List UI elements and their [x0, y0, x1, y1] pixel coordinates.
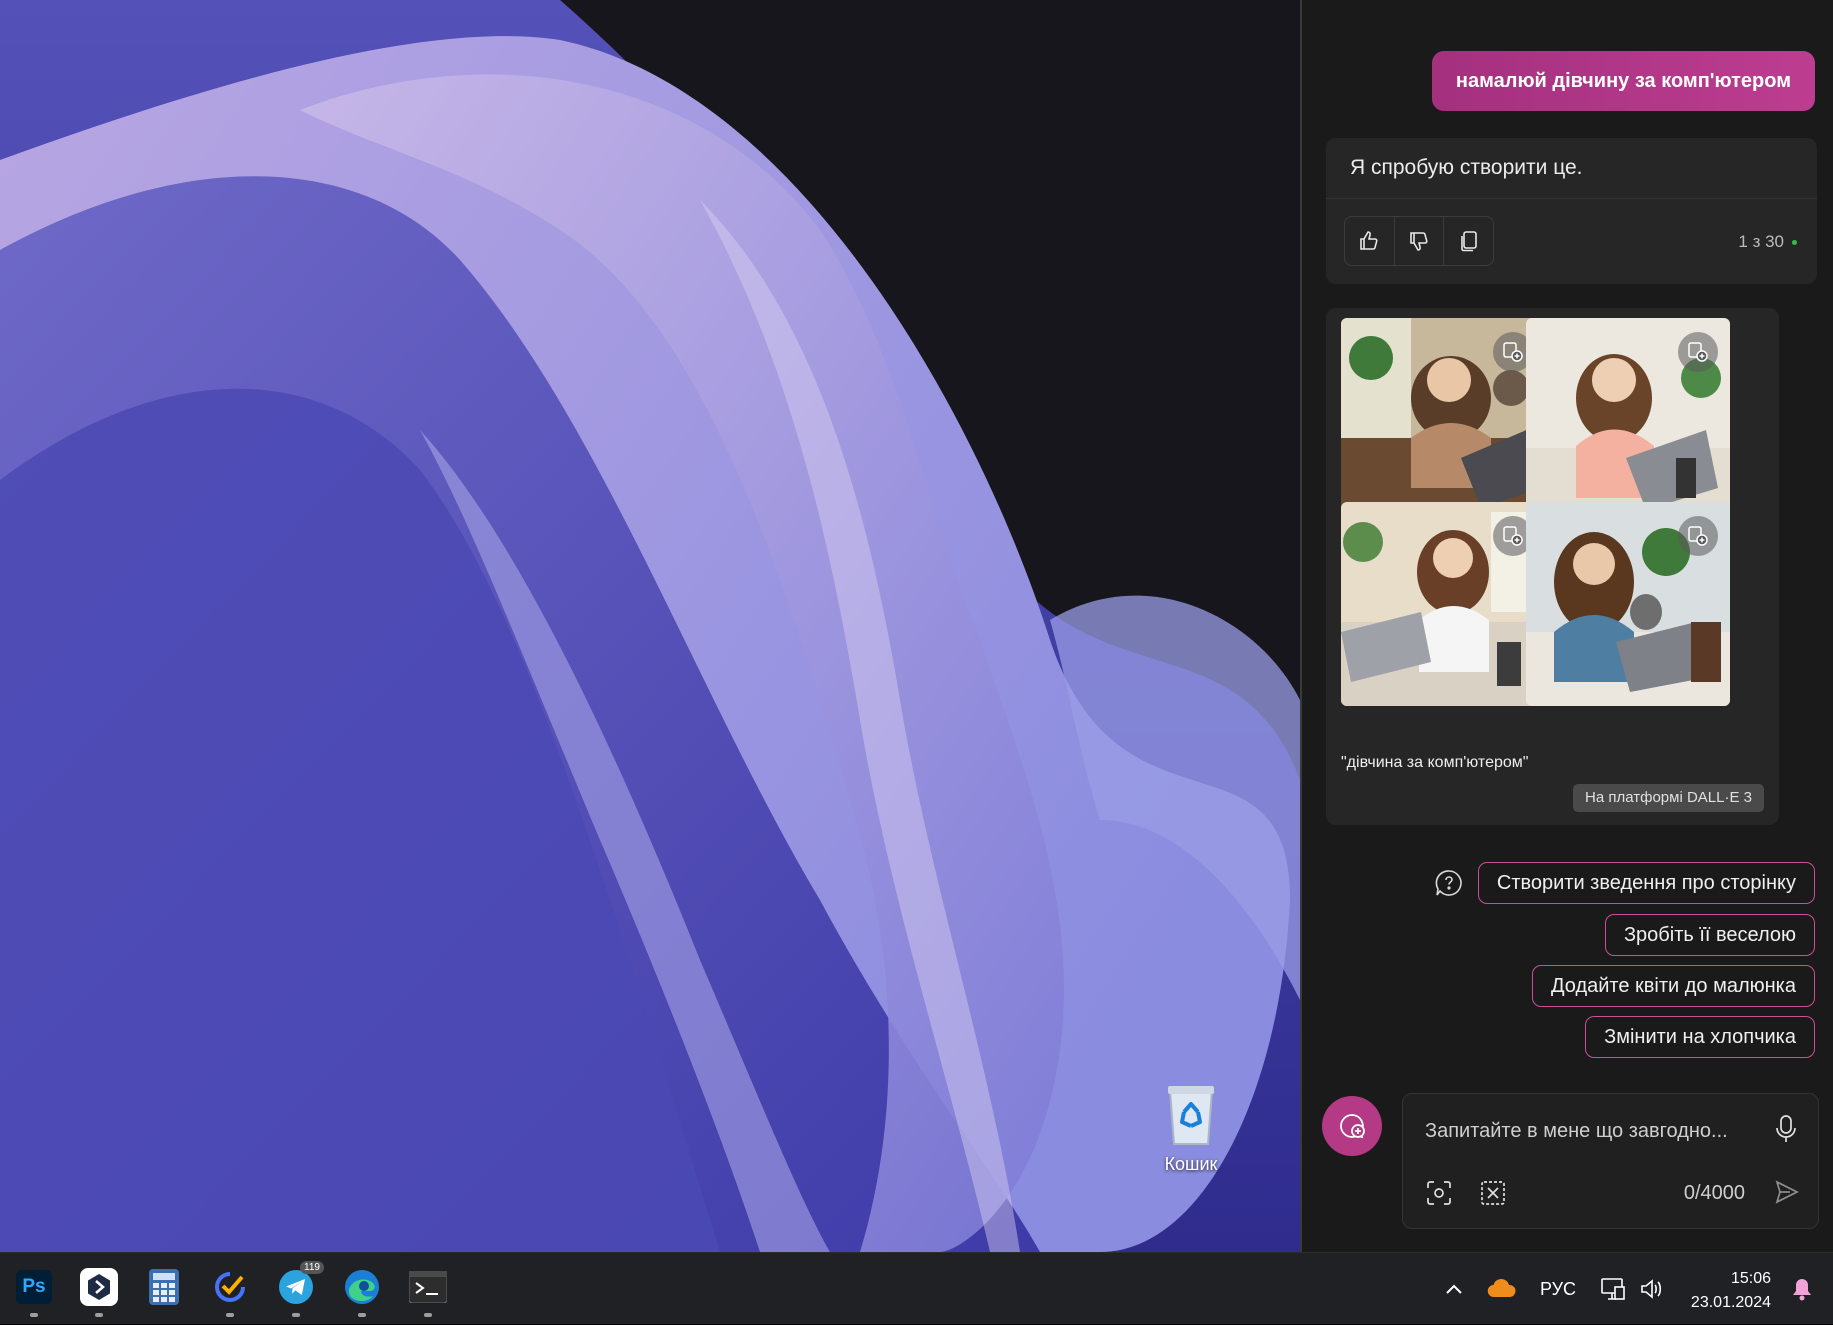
chevron-up-icon [1446, 1284, 1462, 1294]
suggestion-make-funny[interactable]: Зробіть її веселою [1604, 914, 1815, 956]
generated-image-1[interactable] [1341, 318, 1545, 522]
taskbar-app-ticktick[interactable] [208, 1265, 252, 1317]
screenshot-crop-icon [1481, 1181, 1505, 1205]
suggestion-row-1: Створити зведення про сторінку [1434, 862, 1815, 904]
new-topic-button[interactable] [1322, 1096, 1382, 1156]
image-prompt-caption: "дівчина за комп'ютером" [1341, 754, 1529, 771]
generated-image-2[interactable] [1526, 318, 1730, 522]
cloud-icon [1487, 1279, 1516, 1298]
running-indicator [30, 1313, 38, 1317]
clock[interactable]: 15:06 23.01.2024 [1691, 1267, 1771, 1315]
copy-icon [1460, 231, 1477, 252]
calculator-icon [149, 1269, 179, 1305]
recycle-bin-label: Кошик [1164, 1154, 1218, 1174]
language-indicator[interactable]: РУС [1532, 1253, 1584, 1325]
copy-button[interactable] [1444, 217, 1493, 265]
reply-divider [1326, 198, 1817, 199]
taskbar-app-telegram[interactable]: 119 [274, 1261, 324, 1317]
suggestion-row-3: Додайте квіти до малюнка [1532, 965, 1815, 1007]
suggestion-row-4: Змінити на хлопчика [1585, 1016, 1815, 1058]
running-indicator [95, 1313, 103, 1317]
microphone-button[interactable] [1774, 1114, 1798, 1149]
app-launcher-icon [80, 1268, 118, 1306]
taskbar-app-terminal[interactable] [406, 1265, 450, 1317]
desktop-wallpaper [0, 0, 1300, 1252]
generated-image-3[interactable] [1341, 502, 1545, 706]
thumbs-up-icon [1360, 231, 1378, 250]
add-to-collection-button[interactable] [1678, 516, 1718, 556]
recycle-bin-icon [1164, 1082, 1218, 1148]
status-dot [1792, 240, 1797, 246]
response-counter: 1 з 30 [1738, 232, 1797, 252]
chat-input[interactable] [1425, 1120, 1745, 1143]
add-collection-icon [1688, 342, 1708, 362]
edge-icon [345, 1270, 379, 1304]
onedrive-tray-button[interactable] [1482, 1253, 1522, 1325]
volume-tray-button[interactable] [1634, 1253, 1668, 1325]
clock-time: 15:06 [1730, 1270, 1771, 1287]
ticktick-icon [215, 1272, 245, 1302]
image-scan-icon [1427, 1181, 1451, 1205]
network-icon [1601, 1278, 1625, 1300]
suggestion-add-flowers[interactable]: Додайте квіти до малюнка [1532, 965, 1815, 1007]
bell-icon [1793, 1279, 1811, 1301]
copilot-panel: намалюй дівчину за комп'ютером Я спробую… [1300, 0, 1833, 1252]
show-hidden-icons-button[interactable] [1434, 1253, 1474, 1325]
assistant-reply-text: Я спробую створити це. [1350, 156, 1583, 179]
taskbar-app-launcher[interactable] [77, 1265, 121, 1317]
add-to-collection-button[interactable] [1678, 332, 1718, 372]
running-indicator [292, 1313, 300, 1317]
add-collection-icon [1688, 526, 1708, 546]
clock-date: 23.01.2024 [1690, 1294, 1771, 1311]
chat-composer: 0/4000 [1402, 1093, 1819, 1229]
notifications-button[interactable] [1784, 1253, 1820, 1325]
desktop: Кошик намалюй дівчину за комп'ютером Я с… [0, 0, 1833, 1252]
screenshot-button[interactable] [1479, 1179, 1507, 1212]
taskbar-app-edge[interactable] [340, 1265, 384, 1317]
suggestion-summarize-page[interactable]: Створити зведення про сторінку [1477, 862, 1815, 904]
feedback-toolbar [1344, 216, 1494, 266]
assistant-reply-card: Я спробую створити це. 1 з 30 [1326, 138, 1817, 284]
user-message: намалюй дівчину за комп'ютером [1431, 51, 1815, 111]
running-indicator [358, 1313, 366, 1317]
generated-image-4[interactable] [1526, 502, 1730, 706]
network-tray-button[interactable] [1596, 1253, 1630, 1325]
add-collection-icon [1503, 526, 1523, 546]
terminal-icon [409, 1271, 447, 1303]
thumbs-down-icon [1410, 232, 1428, 251]
suggestion-row-2: Зробіть її веселою [1604, 914, 1815, 956]
photoshop-label: Ps [22, 1276, 46, 1297]
platform-badge[interactable]: На платформі DALL·E 3 [1573, 784, 1764, 812]
taskbar-app-calculator[interactable] [142, 1265, 186, 1309]
add-collection-icon [1503, 342, 1523, 362]
new-topic-icon [1340, 1114, 1365, 1139]
taskbar-app-photoshop[interactable]: Ps [12, 1265, 56, 1317]
character-count: 0/4000 [1683, 1182, 1745, 1204]
help-bubble-icon[interactable] [1434, 868, 1464, 898]
running-indicator [226, 1313, 234, 1317]
running-indicator [424, 1313, 432, 1317]
response-counter-text: 1 з 30 [1738, 232, 1784, 251]
like-button[interactable] [1345, 217, 1395, 265]
suggestion-change-to-boy[interactable]: Змінити на хлопчика [1585, 1016, 1815, 1058]
generated-images-card: "дівчина за комп'ютером" На платформі DA… [1326, 308, 1779, 825]
dislike-button[interactable] [1395, 217, 1445, 265]
speaker-icon [1641, 1279, 1662, 1299]
send-button[interactable] [1774, 1179, 1800, 1210]
telegram-icon [279, 1270, 313, 1304]
microphone-icon [1776, 1115, 1796, 1142]
send-icon [1775, 1180, 1799, 1204]
taskbar: Ps 119 РУС 15:06 23.01.2024 [0, 1252, 1833, 1324]
photoshop-icon: Ps [16, 1270, 52, 1304]
recycle-bin[interactable]: Кошик [1153, 1082, 1229, 1175]
unread-badge: 119 [300, 1261, 324, 1274]
visual-search-button[interactable] [1425, 1179, 1453, 1212]
